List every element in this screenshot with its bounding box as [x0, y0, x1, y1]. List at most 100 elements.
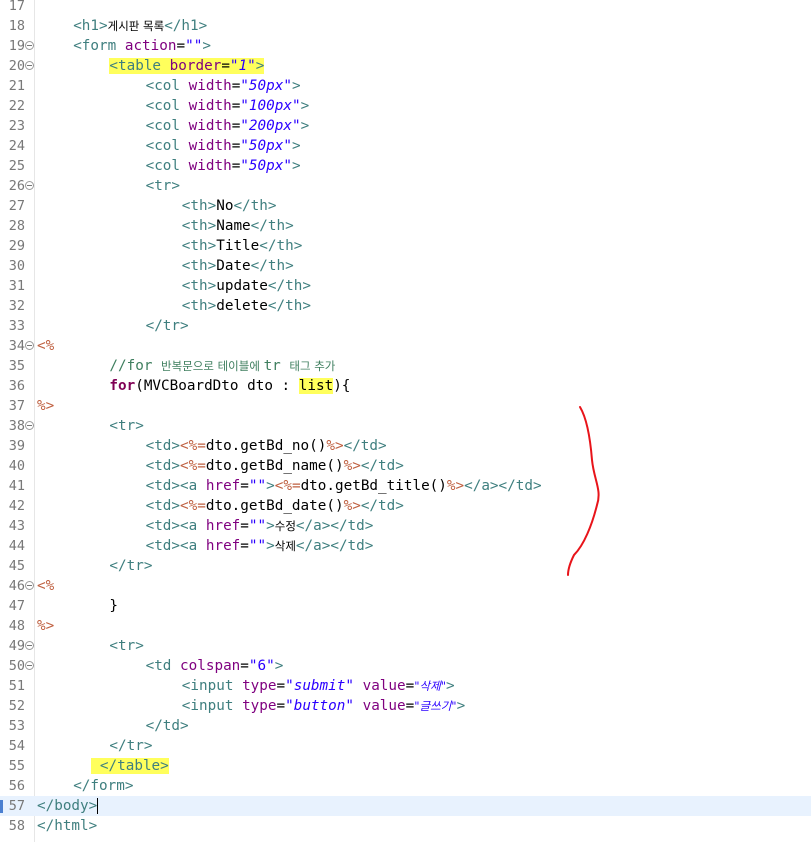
- code-token: href: [205, 538, 241, 554]
- code-line[interactable]: 29 <th>Title</th>: [0, 236, 811, 256]
- code-token: value: [362, 678, 406, 694]
- code-editor[interactable]: 17 18 <h1>게시판 목록</h1> 19 <form action=""> 20 <…: [0, 0, 811, 842]
- code-token: <tr>: [109, 418, 144, 434]
- code-text: <td><a href="">수정</a></td>: [146, 516, 374, 536]
- line-number: 27: [8, 198, 25, 214]
- code-text: </tr>: [109, 556, 152, 576]
- code-token: <tr>: [145, 178, 181, 194]
- code-token: "button": [285, 698, 354, 714]
- code-line[interactable]: 27 <th>No</th>: [0, 196, 811, 216]
- code-line[interactable]: 52 <input type="button" value="글쓰기">: [0, 696, 811, 716]
- code-token: </th>: [250, 218, 294, 234]
- code-line[interactable]: 35 //for 반복문으로 테이블에 tr 태그 추가: [0, 356, 811, 376]
- code-line[interactable]: 44 <td><a href="">삭제</a></td>: [0, 536, 811, 556]
- code-line[interactable]: 55 </table>: [0, 756, 811, 776]
- code-line[interactable]: 39 <td><%=dto.getBd_no()%></td>: [0, 436, 811, 456]
- code-token: <col: [145, 158, 189, 174]
- code-line[interactable]: 19 <form action="">: [0, 36, 811, 56]
- code-line[interactable]: 37 %>: [0, 396, 811, 416]
- code-token: "1": [229, 58, 256, 74]
- code-line[interactable]: 57 </body>: [0, 796, 811, 816]
- line-number: 44: [8, 538, 25, 554]
- line-number: 26: [8, 178, 25, 194]
- code-line[interactable]: 18 <h1>게시판 목록</h1>: [0, 16, 811, 36]
- code-line[interactable]: 31 <th>update</th>: [0, 276, 811, 296]
- code-line[interactable]: 58 </html>: [0, 816, 811, 836]
- code-token: <%: [37, 338, 55, 354]
- code-line[interactable]: 32 <th>delete</th>: [0, 296, 811, 316]
- code-token: <th>: [181, 258, 217, 274]
- fold-toggle-icon[interactable]: [25, 661, 34, 670]
- code-line[interactable]: 54 </tr>: [0, 736, 811, 756]
- code-line[interactable]: 50 <td colspan="6">: [0, 656, 811, 676]
- code-text: </table>: [91, 756, 169, 776]
- code-token: <col: [145, 78, 189, 94]
- code-token: "": [248, 518, 267, 534]
- code-line[interactable]: 36 for(MVCBoardDto dto : list){: [0, 376, 811, 396]
- code-line[interactable]: 47}: [0, 596, 811, 616]
- code-line[interactable]: 33 </tr>: [0, 316, 811, 336]
- fold-toggle-icon[interactable]: [25, 61, 34, 70]
- code-line[interactable]: 51 <input type="submit" value="삭제">: [0, 676, 811, 696]
- code-token: %>: [343, 498, 361, 514]
- code-line[interactable]: 34 <%: [0, 336, 811, 356]
- code-token: "50px": [240, 138, 292, 154]
- code-token: width: [188, 118, 232, 134]
- code-line[interactable]: 17: [0, 0, 811, 16]
- code-line[interactable]: 21 <col width="50px">: [0, 76, 811, 96]
- code-token: <input: [181, 678, 243, 694]
- code-token: </tr>: [145, 318, 189, 334]
- code-line[interactable]: 26 <tr>: [0, 176, 811, 196]
- code-line[interactable]: 28 <th>Name</th>: [0, 216, 811, 236]
- line-number: 36: [8, 378, 25, 394]
- line-number: 18: [8, 18, 25, 34]
- fold-toggle-icon[interactable]: [25, 41, 34, 50]
- code-token: =: [240, 478, 249, 494]
- code-text: <th>Date</th>: [182, 256, 294, 276]
- line-number: 53: [8, 718, 25, 734]
- line-number: 20: [8, 58, 25, 74]
- code-line[interactable]: 41 <td><a href=""><%=dto.getBd_title()%><…: [0, 476, 811, 496]
- code-token: </a></td>: [464, 478, 542, 494]
- code-text: <th>Name</th>: [182, 216, 294, 236]
- code-line[interactable]: 53 </td>: [0, 716, 811, 736]
- line-number: 35: [8, 358, 25, 374]
- code-line[interactable]: 46 <%: [0, 576, 811, 596]
- code-token: <col: [145, 118, 189, 134]
- code-token: >: [291, 138, 301, 154]
- code-token: >: [446, 678, 455, 694]
- fold-toggle-icon[interactable]: [25, 181, 34, 190]
- code-line[interactable]: 40 <td><%=dto.getBd_name()%></td>: [0, 456, 811, 476]
- code-line[interactable]: 22 <col width="100px">: [0, 96, 811, 116]
- code-line[interactable]: 43 <td><a href="">수정</a></td>: [0, 516, 811, 536]
- code-line[interactable]: 49 <tr>: [0, 636, 811, 656]
- code-line[interactable]: 30 <th>Date</th>: [0, 256, 811, 276]
- code-token: <th>: [181, 218, 217, 234]
- code-text: <tr>: [146, 176, 180, 196]
- code-token: %>: [37, 618, 55, 634]
- code-line[interactable]: 56 </form>: [0, 776, 811, 796]
- fold-toggle-icon[interactable]: [25, 341, 34, 350]
- code-line[interactable]: 24 <col width="50px">: [0, 136, 811, 156]
- fold-toggle-icon[interactable]: [25, 581, 34, 590]
- fold-toggle-icon[interactable]: [25, 641, 34, 650]
- code-line[interactable]: 48 %>: [0, 616, 811, 636]
- code-token: %>: [326, 438, 344, 454]
- code-token: </tr>: [109, 558, 153, 574]
- line-number: 50: [8, 658, 25, 674]
- code-token: </tr>: [109, 738, 153, 754]
- code-text: <td colspan="6">: [146, 656, 284, 676]
- code-line[interactable]: 25 <col width="50px">: [0, 156, 811, 176]
- code-text: <th>No</th>: [182, 196, 277, 216]
- code-line[interactable]: 23 <col width="200px">: [0, 116, 811, 136]
- code-line[interactable]: 20 <table border="1">: [0, 56, 811, 76]
- code-line[interactable]: 45 </tr>: [0, 556, 811, 576]
- code-token: >: [300, 118, 310, 134]
- code-line[interactable]: 42 <td><%=dto.getBd_date()%></td>: [0, 496, 811, 516]
- line-number: 54: [8, 738, 25, 754]
- code-token: Name: [216, 218, 251, 234]
- code-token: <form: [73, 38, 125, 54]
- code-line[interactable]: 38 <tr>: [0, 416, 811, 436]
- fold-toggle-icon[interactable]: [25, 421, 34, 430]
